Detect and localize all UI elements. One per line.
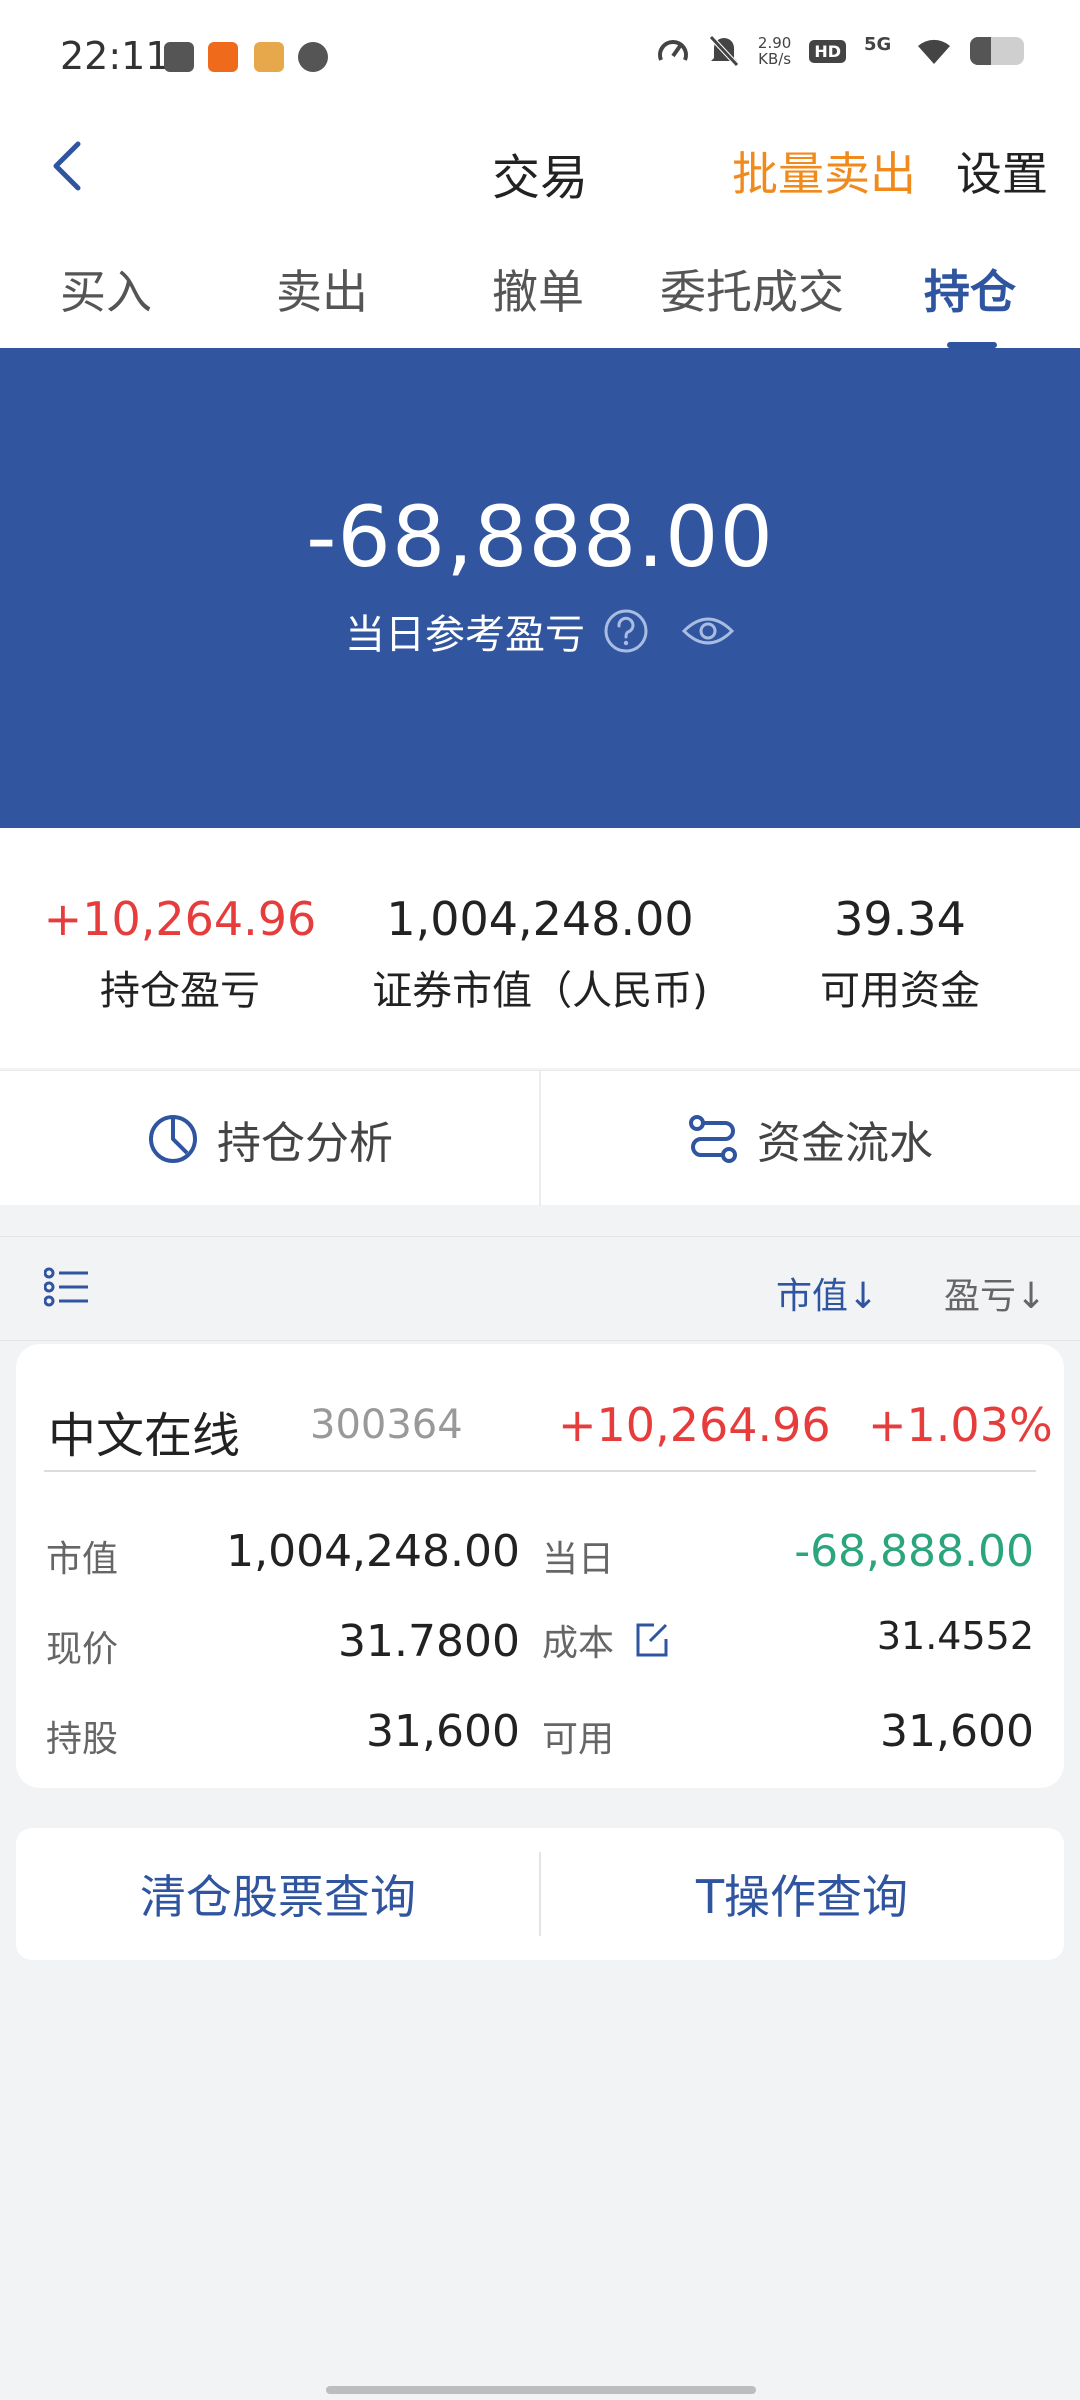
eye-icon[interactable] [681, 611, 735, 651]
daily-pl-amount: -68,888.00 [306, 488, 774, 586]
analysis-row: 持仓分析 资金流水 [0, 1070, 1080, 1206]
wechat-icon [298, 42, 328, 72]
today-pl-label: 当日 [542, 1539, 615, 1580]
notification-app-icon [254, 42, 284, 72]
home-indicator[interactable] [326, 2386, 756, 2394]
position-analysis-label: 持仓分析 [217, 1117, 393, 1169]
back-button[interactable] [44, 136, 100, 196]
network-speed: 2.90 KB/s [758, 35, 791, 67]
summary-position-pl: +10,264.96 持仓盈亏 [40, 892, 320, 1016]
settings-button[interactable]: 设置 [956, 138, 1048, 204]
stock-pl-percent: +1.03% [868, 1398, 1053, 1452]
available-shares-label: 可用 [542, 1719, 615, 1760]
market-value-label: 证券市值（人民币) [372, 968, 708, 1014]
cost-label: 成本 [542, 1623, 615, 1664]
available-shares: 31,600 [880, 1706, 1034, 1757]
tab-buy[interactable]: 买入 [60, 256, 152, 322]
account-summary: +10,264.96 持仓盈亏 1,004,248.00 证券市值（人民币) 3… [0, 828, 1080, 1068]
sort-by-pl[interactable]: 盈亏↓ [944, 1267, 1046, 1319]
market-value-value: 1,004,248.00 [386, 892, 694, 946]
available-funds-label: 可用资金 [820, 968, 980, 1014]
mute-bell-icon [709, 35, 739, 67]
wifi-icon [918, 39, 950, 64]
trade-tabs: 买入 卖出 撤单 委托成交 持仓 [0, 220, 1080, 348]
divider [44, 1470, 1036, 1472]
sort-by-market-value[interactable]: 市值↓ [776, 1267, 878, 1319]
help-icon[interactable] [603, 608, 649, 654]
position-card[interactable]: 中文在线 300364 +10,264.96 +1.03% 市值 1,004,2… [16, 1344, 1064, 1788]
signal-5g-icon: 5G [864, 34, 898, 68]
summary-available-funds: 39.34 可用资金 [780, 892, 1020, 1016]
tab-sell[interactable]: 卖出 [276, 256, 368, 322]
network-type: 5G [864, 34, 892, 55]
list-view-icon[interactable] [44, 1267, 90, 1307]
stock-pl: +10,264.96 [558, 1398, 831, 1452]
flow-route-icon [689, 1114, 737, 1163]
daily-pl-label-row: 当日参考盈亏 [0, 602, 1080, 660]
nav-bar: 交易 批量卖出 设置 [0, 110, 1080, 220]
page-title: 交易 [491, 150, 588, 206]
position-pl-label: 持仓盈亏 [100, 968, 260, 1014]
position-pl-value: +10,264.96 [43, 892, 317, 946]
taobao-icon [208, 42, 238, 72]
edit-icon[interactable] [632, 1621, 670, 1659]
battery-icon [970, 37, 1024, 65]
speed-value: 2.90 [757, 34, 792, 52]
market-value-label: 市值 [46, 1539, 119, 1580]
daily-pl-label: 当日参考盈亏 [345, 612, 585, 658]
status-icons: 2.90 KB/s HD 5G [656, 34, 1024, 68]
current-price-label: 现价 [46, 1629, 119, 1670]
market-value: 1,004,248.00 [226, 1526, 520, 1577]
stock-name: 中文在线 [48, 1408, 241, 1464]
cost-price: 31.4552 [876, 1614, 1034, 1658]
hd-badge: HD [809, 39, 846, 63]
available-funds-value: 39.34 [834, 892, 966, 946]
daily-pl-banner: -68,888.00 当日参考盈亏 [0, 348, 1080, 828]
t-operation-query-button[interactable]: T操作查询 [540, 1828, 1064, 1960]
fund-flow-button[interactable]: 资金流水 [540, 1071, 1080, 1206]
today-pl: -68,888.00 [794, 1526, 1034, 1577]
tab-positions[interactable]: 持仓 [924, 256, 1016, 322]
speed-unit: KB/s [758, 50, 792, 68]
shares-label: 持股 [46, 1719, 119, 1760]
chevron-left-icon [53, 141, 81, 191]
shares-held: 31,600 [366, 1706, 520, 1757]
position-analysis-button[interactable]: 持仓分析 [0, 1071, 540, 1206]
summary-market-value: 1,004,248.00 证券市值（人民币) [350, 892, 730, 1016]
cleared-stocks-query-button[interactable]: 清仓股票查询 [16, 1828, 540, 1960]
query-buttons: 清仓股票查询 T操作查询 [16, 1828, 1064, 1960]
batch-sell-button[interactable]: 批量卖出 [732, 138, 916, 204]
cost-label-group: 成本 [542, 1614, 670, 1666]
stock-code: 300364 [310, 1402, 463, 1448]
fund-flow-label: 资金流水 [757, 1117, 933, 1169]
speedometer-icon [657, 40, 688, 61]
position-list-header: 市值↓ 盈亏↓ [0, 1236, 1080, 1341]
current-price: 31.7800 [338, 1616, 520, 1667]
tab-orders[interactable]: 委托成交 [660, 256, 844, 322]
status-time: 22:11 [60, 34, 170, 78]
tab-cancel[interactable]: 撤单 [492, 256, 584, 322]
status-bar: 22:11 2.90 KB/s HD 5G [0, 0, 1080, 110]
pie-chart-icon [149, 1114, 197, 1163]
notification-app-icon [164, 42, 194, 72]
battery-level [970, 37, 991, 65]
